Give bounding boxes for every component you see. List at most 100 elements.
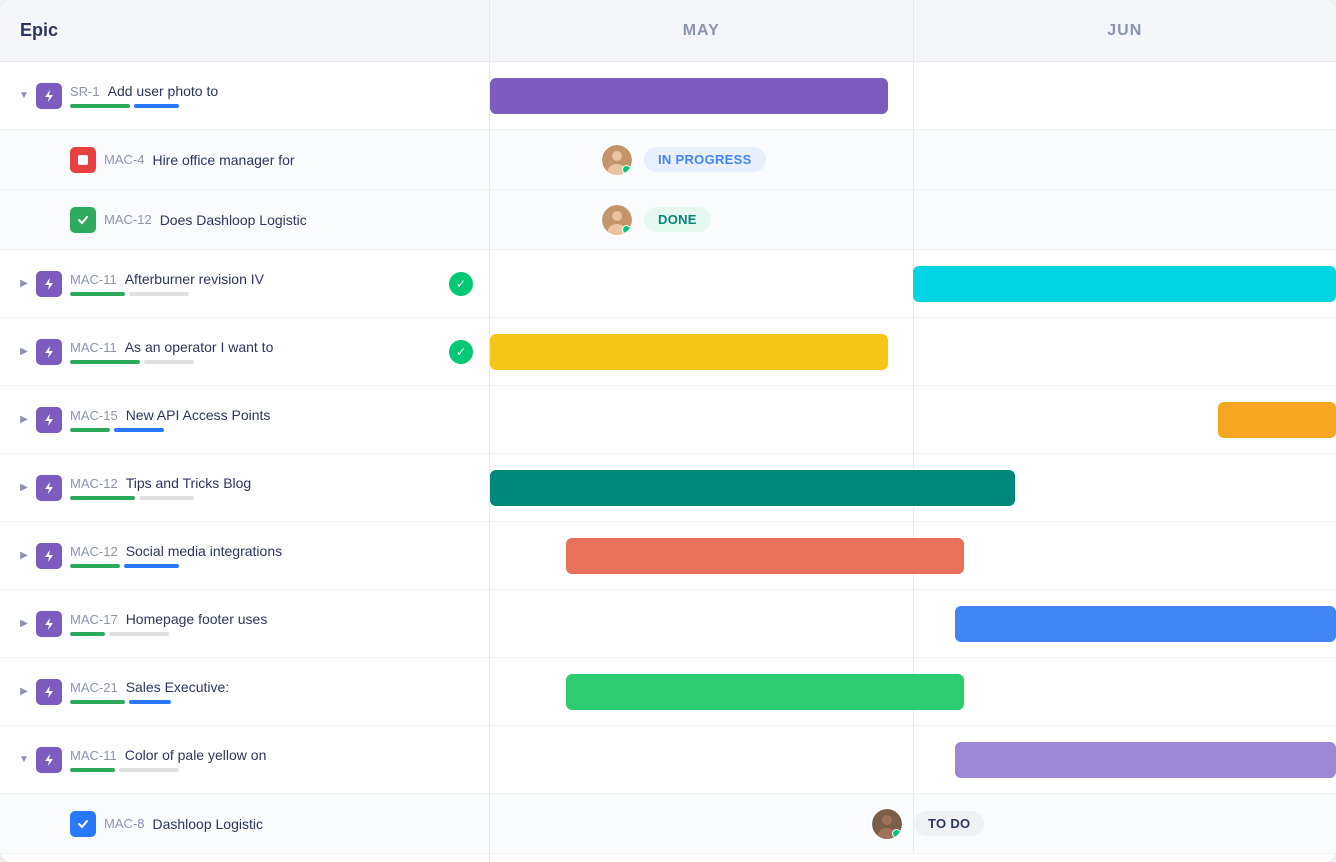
epic-row[interactable]: MAC-15 New API Access Points xyxy=(0,386,489,454)
epic-row[interactable]: MAC-17 Homepage footer uses xyxy=(0,590,489,658)
epic-row[interactable]: MAC-21 Sales Executive: xyxy=(0,658,489,726)
gantt-bar[interactable] xyxy=(490,470,1015,506)
gantt-bar[interactable] xyxy=(913,266,1336,302)
month-divider xyxy=(913,130,914,189)
progress-bar xyxy=(119,768,179,772)
avatar xyxy=(600,203,634,237)
epic-row[interactable]: MAC-12 Does Dashloop Logistic xyxy=(0,190,489,250)
gantt-row xyxy=(490,522,1336,590)
done-badge: ✓ xyxy=(449,272,473,296)
progress-bar xyxy=(70,428,110,432)
epic-info: MAC-17 Homepage footer uses xyxy=(70,611,473,636)
epic-info: MAC-11 Afterburner revision IV xyxy=(70,271,441,296)
gantt-bar[interactable] xyxy=(566,538,964,574)
epic-row[interactable]: MAC-11 Color of pale yellow on xyxy=(0,726,489,794)
epic-id-title: MAC-11 As an operator I want to xyxy=(70,339,441,355)
progress-bar xyxy=(124,564,179,568)
epic-info: MAC-4 Hire office manager for xyxy=(104,152,473,168)
epic-title: As an operator I want to xyxy=(125,339,274,355)
epic-id-title: MAC-12 Social media integrations xyxy=(70,543,473,559)
epic-title: Dashloop Logistic xyxy=(152,816,263,832)
epic-icon xyxy=(36,543,62,569)
epic-id-title: MAC-15 New API Access Points xyxy=(70,407,473,423)
epic-column-title: Epic xyxy=(20,20,58,41)
epic-id-title: MAC-12 Tips and Tricks Blog xyxy=(70,475,473,491)
epic-info: MAC-21 Sales Executive: xyxy=(70,679,473,704)
epic-icon xyxy=(36,747,62,773)
epic-id-title: MAC-11 Color of pale yellow on xyxy=(70,747,473,763)
progress-bar xyxy=(70,496,135,500)
epic-info: MAC-11 Color of pale yellow on xyxy=(70,747,473,772)
epic-id: MAC-11 xyxy=(70,272,117,287)
status-badge: TO DO xyxy=(914,811,984,836)
epic-icon xyxy=(70,147,96,173)
avatar xyxy=(600,143,634,177)
epic-row[interactable]: MAC-4 Hire office manager for xyxy=(0,130,489,190)
epic-info: MAC-12 Social media integrations xyxy=(70,543,473,568)
epic-id-title: MAC-11 Afterburner revision IV xyxy=(70,271,441,287)
progress-bar xyxy=(70,768,115,772)
month-divider xyxy=(913,590,914,657)
chevron-right-icon[interactable] xyxy=(16,548,32,564)
progress-bar xyxy=(70,292,125,296)
left-header: Epic xyxy=(0,0,489,62)
epic-title: Does Dashloop Logistic xyxy=(160,212,307,228)
epic-icon xyxy=(70,207,96,233)
epic-title: Hire office manager for xyxy=(152,152,294,168)
progress-bars xyxy=(70,700,473,704)
epic-id-title: MAC-8 Dashloop Logistic xyxy=(104,816,473,832)
epic-row[interactable]: MAC-12 Tips and Tricks Blog xyxy=(0,454,489,522)
month-divider xyxy=(913,62,914,129)
progress-bar xyxy=(144,360,194,364)
epic-id: MAC-11 xyxy=(70,340,117,355)
epic-title: Afterburner revision IV xyxy=(125,271,264,287)
gantt-bar[interactable] xyxy=(1218,402,1336,438)
chevron-down-icon[interactable] xyxy=(16,752,32,768)
chevron-right-icon[interactable] xyxy=(16,276,32,292)
epic-title: Social media integrations xyxy=(126,543,282,559)
epic-info: MAC-12 Tips and Tricks Blog xyxy=(70,475,473,500)
epic-id: SR-1 xyxy=(70,84,100,99)
epic-icon xyxy=(36,679,62,705)
progress-bars xyxy=(70,496,473,500)
epic-icon xyxy=(36,83,62,109)
gantt-bar[interactable] xyxy=(566,674,964,710)
gantt-bar[interactable] xyxy=(490,334,888,370)
progress-bar xyxy=(129,700,171,704)
gantt-bar[interactable] xyxy=(955,742,1336,778)
gantt-bar[interactable] xyxy=(490,78,888,114)
progress-bars xyxy=(70,632,473,636)
epic-title: Homepage footer uses xyxy=(126,611,268,627)
gantt-panel: MAY JUN IN PROGRESS DONE TO DO xyxy=(490,0,1336,862)
epic-row[interactable]: MAC-11 As an operator I want to ✓ xyxy=(0,318,489,386)
epic-row[interactable]: MAC-8 Dashloop Logistic xyxy=(0,794,489,854)
chevron-right-icon[interactable] xyxy=(16,412,32,428)
chevron-right-icon[interactable] xyxy=(16,344,32,360)
epic-id: MAC-12 xyxy=(104,212,152,227)
epic-row[interactable]: MAC-11 Afterburner revision IV ✓ xyxy=(0,250,489,318)
progress-bar xyxy=(70,564,120,568)
progress-bars xyxy=(70,292,441,296)
progress-bar xyxy=(134,104,179,108)
month-may: MAY xyxy=(490,0,914,61)
gantt-row xyxy=(490,386,1336,454)
month-divider xyxy=(913,190,914,249)
epic-row[interactable]: SR-1 Add user photo to xyxy=(0,62,489,130)
epic-row[interactable]: MAC-12 Social media integrations xyxy=(0,522,489,590)
month-divider xyxy=(913,386,914,453)
progress-bars xyxy=(70,360,441,364)
gantt-row: IN PROGRESS xyxy=(490,130,1336,190)
progress-bar xyxy=(139,496,194,500)
gantt-row: TO DO xyxy=(490,794,1336,854)
epic-title: Add user photo to xyxy=(108,83,219,99)
month-divider xyxy=(913,726,914,793)
chevron-right-icon[interactable] xyxy=(16,480,32,496)
avatar-dot xyxy=(622,225,631,234)
gantt-header: MAY JUN xyxy=(490,0,1336,62)
chevron-right-icon[interactable] xyxy=(16,684,32,700)
gantt-bar[interactable] xyxy=(955,606,1336,642)
progress-bar xyxy=(70,632,105,636)
chevron-down-icon[interactable] xyxy=(16,88,32,104)
epic-icon xyxy=(36,407,62,433)
chevron-right-icon[interactable] xyxy=(16,616,32,632)
